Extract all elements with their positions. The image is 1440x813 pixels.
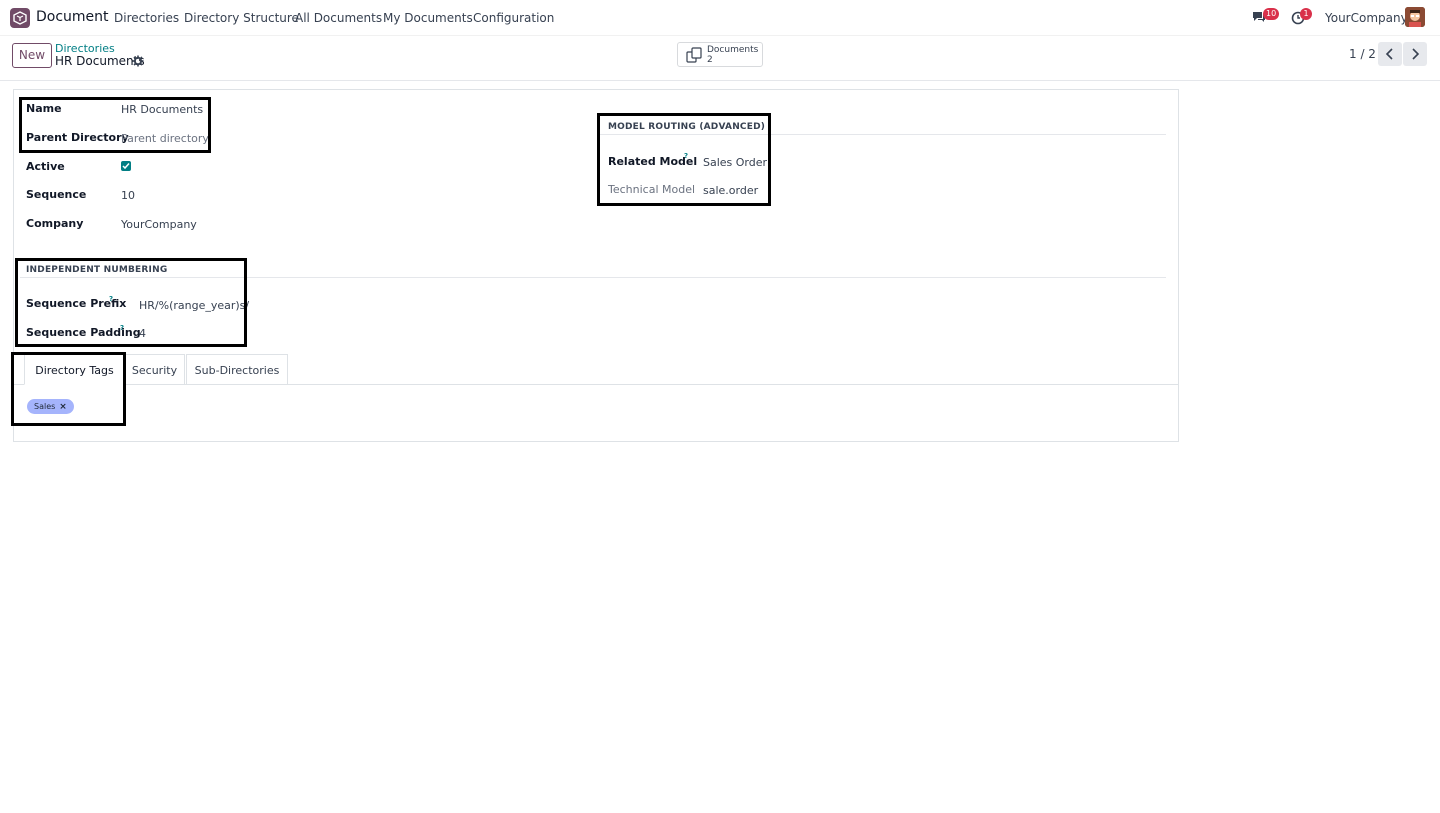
tab-sub-directories[interactable]: Sub-Directories <box>186 354 288 385</box>
top-navbar: Document Directories Directory Structure… <box>0 0 1440 36</box>
app-name[interactable]: Document <box>36 9 109 25</box>
documents-smart-button[interactable]: Documents 2 <box>677 42 763 67</box>
menu-all-documents[interactable]: All Documents <box>295 11 382 25</box>
smart-button-value: 2 <box>707 55 713 65</box>
menu-directories[interactable]: Directories <box>114 11 179 25</box>
company-label: Company <box>26 217 84 230</box>
check-icon <box>122 163 130 170</box>
app-logo-icon[interactable] <box>10 8 30 28</box>
menu-configuration[interactable]: Configuration <box>473 11 554 25</box>
highlight-box-numbering <box>15 258 247 347</box>
menu-directory-structure[interactable]: Directory Structure <box>184 11 299 25</box>
chevron-left-icon <box>1385 48 1393 60</box>
pager-value[interactable]: 1 / 2 <box>1349 47 1376 61</box>
active-label: Active <box>26 160 65 173</box>
company-switcher[interactable]: YourCompany <box>1325 11 1408 25</box>
control-panel-divider <box>0 80 1440 81</box>
menu-my-documents[interactable]: My Documents <box>383 11 473 25</box>
sequence-label: Sequence <box>26 188 87 201</box>
tab-security[interactable]: Security <box>124 354 185 385</box>
smart-button-label: Documents <box>707 45 759 55</box>
company-field[interactable]: YourCompany <box>121 218 197 231</box>
sequence-field[interactable]: 10 <box>121 189 135 202</box>
new-button[interactable]: New <box>12 43 52 68</box>
user-avatar[interactable] <box>1405 7 1425 27</box>
active-checkbox[interactable] <box>121 161 131 171</box>
activities-count-badge: 1 <box>1300 8 1312 20</box>
pager-previous-button[interactable] <box>1378 42 1402 66</box>
highlight-box-name-parent <box>19 97 211 153</box>
pager-next-button[interactable] <box>1403 42 1427 66</box>
messages-count-badge: 10 <box>1263 8 1280 20</box>
documents-icon <box>686 47 704 66</box>
gear-icon[interactable] <box>132 55 144 67</box>
highlight-box-directory-tags <box>11 352 126 426</box>
chevron-right-icon <box>1412 48 1420 60</box>
highlight-box-model-routing <box>597 113 771 206</box>
